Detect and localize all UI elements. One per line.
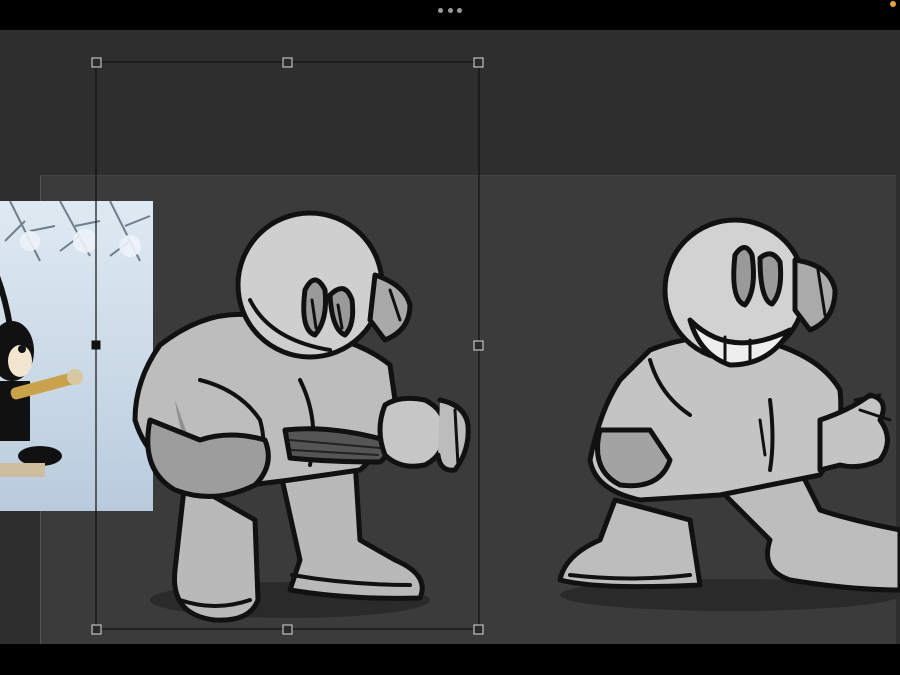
handle-bottom-center[interactable]	[282, 624, 293, 635]
handle-bottom-right[interactable]	[473, 624, 484, 635]
handle-top-left[interactable]	[91, 57, 102, 68]
handle-middle-right[interactable]	[473, 340, 484, 351]
handle-middle-left[interactable]	[91, 340, 101, 350]
bottom-bar	[0, 644, 900, 675]
handle-bottom-left[interactable]	[91, 624, 102, 635]
handle-top-center[interactable]	[282, 57, 293, 68]
character-right	[557, 217, 900, 611]
character-left	[132, 210, 471, 623]
handle-top-right[interactable]	[473, 57, 484, 68]
artwork-layer	[91, 57, 900, 635]
